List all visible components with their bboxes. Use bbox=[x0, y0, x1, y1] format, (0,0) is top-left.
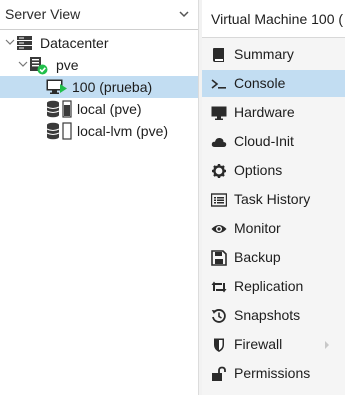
server-stack-icon bbox=[16, 34, 34, 52]
eye-icon bbox=[211, 221, 227, 237]
tree-item-storage-lvm[interactable]: local-lvm (pve) bbox=[0, 120, 198, 142]
node-online-icon bbox=[29, 56, 48, 75]
view-selector-value: Server View bbox=[5, 6, 81, 22]
nav-item-summary[interactable]: Summary bbox=[202, 41, 345, 68]
tree-item-label: pve bbox=[56, 57, 79, 73]
nav-item-hardware[interactable]: Hardware bbox=[202, 99, 345, 126]
chevron-down-icon[interactable] bbox=[178, 8, 190, 20]
nav-item-firewall[interactable]: Firewall bbox=[202, 331, 345, 358]
terminal-icon bbox=[211, 76, 227, 92]
history-icon bbox=[211, 308, 227, 324]
nav-item-replication[interactable]: Replication bbox=[202, 273, 345, 300]
list-icon bbox=[211, 192, 227, 208]
floppy-icon bbox=[211, 250, 227, 266]
usage-bar-icon bbox=[62, 100, 72, 118]
gear-icon bbox=[211, 163, 227, 179]
nav-item-monitor[interactable]: Monitor bbox=[202, 215, 345, 242]
nav-item-label: Summary bbox=[234, 46, 294, 62]
nav-item-snapshots[interactable]: Snapshots bbox=[202, 302, 345, 329]
proxmox-window: Server View Datacenter pve 100 (prueba) … bbox=[0, 0, 345, 395]
tree-item-label: 100 (prueba) bbox=[72, 79, 153, 95]
nav-item-label: Permissions bbox=[234, 365, 311, 381]
nav-item-console[interactable]: Console bbox=[202, 70, 345, 97]
nav-item-label: Snapshots bbox=[234, 307, 301, 323]
nav-item-label: Backup bbox=[234, 249, 281, 265]
tree-item-label: Datacenter bbox=[40, 35, 109, 51]
retweet-icon bbox=[211, 279, 227, 295]
nav-item-label: Monitor bbox=[234, 220, 281, 236]
panel-title: Virtual Machine 100 ( bbox=[211, 11, 344, 27]
nav-item-label: Cloud-Init bbox=[234, 133, 294, 149]
nav-item-label: Replication bbox=[234, 278, 304, 294]
vm-running-icon bbox=[46, 78, 67, 96]
collapse-icon[interactable] bbox=[18, 59, 28, 69]
nav-item-permissions[interactable]: Permissions bbox=[202, 360, 345, 387]
nav-item-label: Options bbox=[234, 162, 283, 178]
chevron-right-icon[interactable] bbox=[323, 340, 331, 350]
tree-item-vm-100[interactable]: 100 (prueba) bbox=[0, 76, 198, 98]
desktop-icon bbox=[211, 105, 227, 121]
nav-item-label: Hardware bbox=[234, 104, 295, 120]
nav-item-cloud-init[interactable]: Cloud-Init bbox=[202, 128, 345, 155]
unlock-icon bbox=[211, 366, 227, 382]
nav-item-label: Firewall bbox=[234, 336, 283, 352]
tree-item-label: local-lvm (pve) bbox=[77, 123, 169, 139]
tree-item-node-pve[interactable]: pve bbox=[0, 54, 198, 76]
view-selector[interactable]: Server View bbox=[0, 0, 198, 30]
tree-item-storage-local[interactable]: local (pve) bbox=[0, 98, 198, 120]
nav-item-label: Task History bbox=[234, 191, 311, 207]
usage-bar-icon bbox=[62, 122, 72, 140]
panel-header: Virtual Machine 100 ( bbox=[202, 0, 345, 38]
nav-item-label: Console bbox=[234, 75, 286, 91]
vm-config-panel: Virtual Machine 100 ( Summary Console Ha… bbox=[202, 0, 345, 395]
tree-item-label: local (pve) bbox=[77, 101, 142, 117]
cloud-icon bbox=[211, 134, 227, 150]
tree-item-datacenter[interactable]: Datacenter bbox=[0, 32, 198, 54]
nav-item-task-history[interactable]: Task History bbox=[202, 186, 345, 213]
nav-item-backup[interactable]: Backup bbox=[202, 244, 345, 271]
book-icon bbox=[211, 47, 227, 63]
resource-tree-panel: Server View Datacenter pve 100 (prueba) … bbox=[0, 0, 198, 395]
collapse-icon[interactable] bbox=[5, 37, 15, 47]
nav-item-options[interactable]: Options bbox=[202, 157, 345, 184]
shield-icon bbox=[211, 337, 227, 353]
